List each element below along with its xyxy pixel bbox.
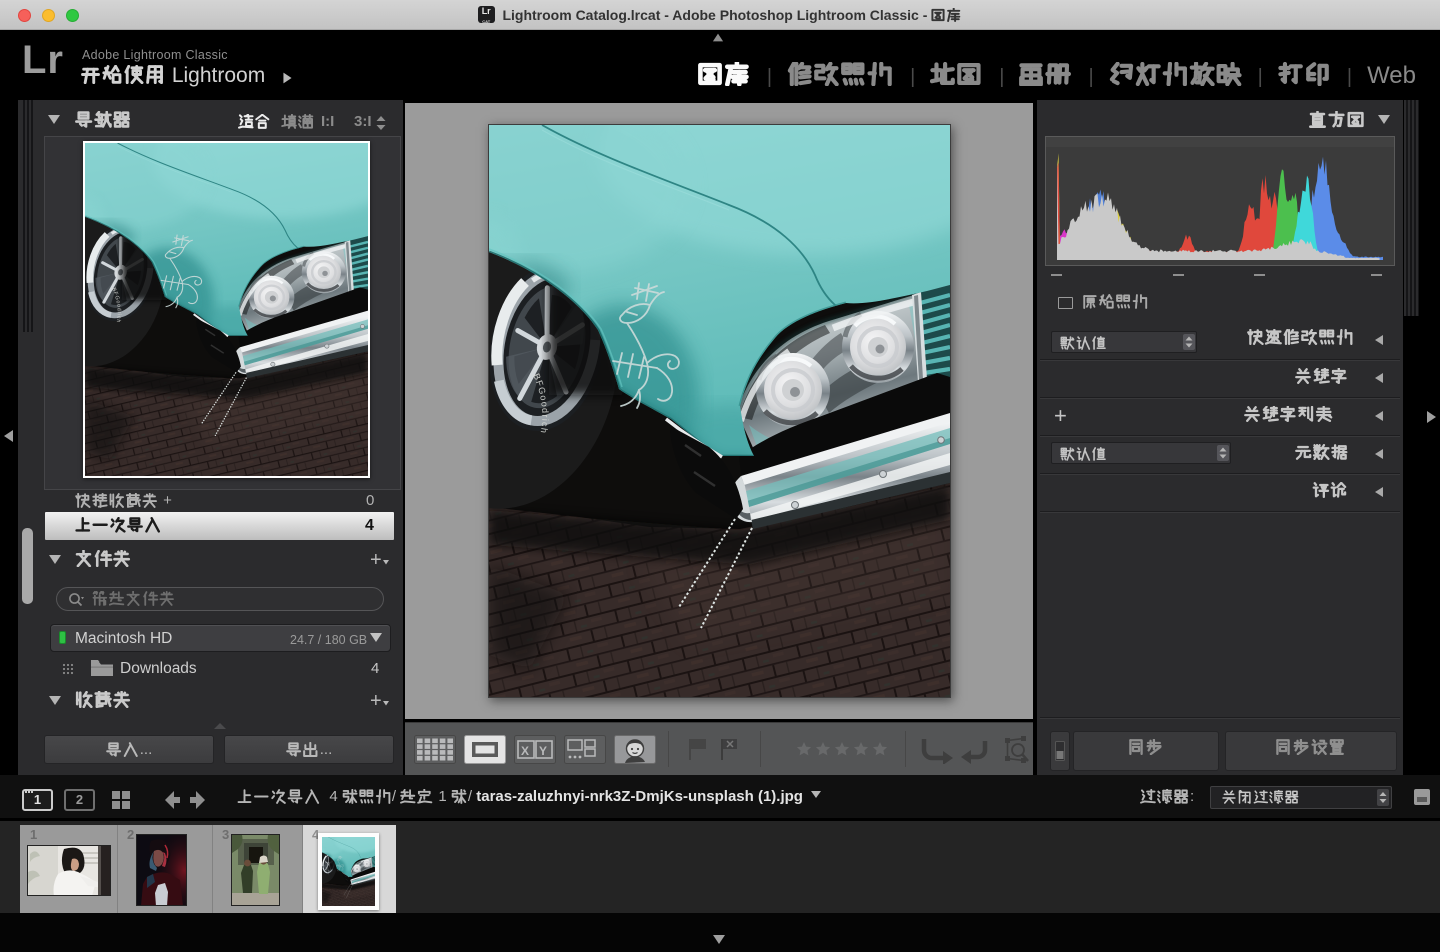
svg-text:Y: Y (539, 744, 547, 758)
svg-text:X: X (521, 744, 529, 758)
